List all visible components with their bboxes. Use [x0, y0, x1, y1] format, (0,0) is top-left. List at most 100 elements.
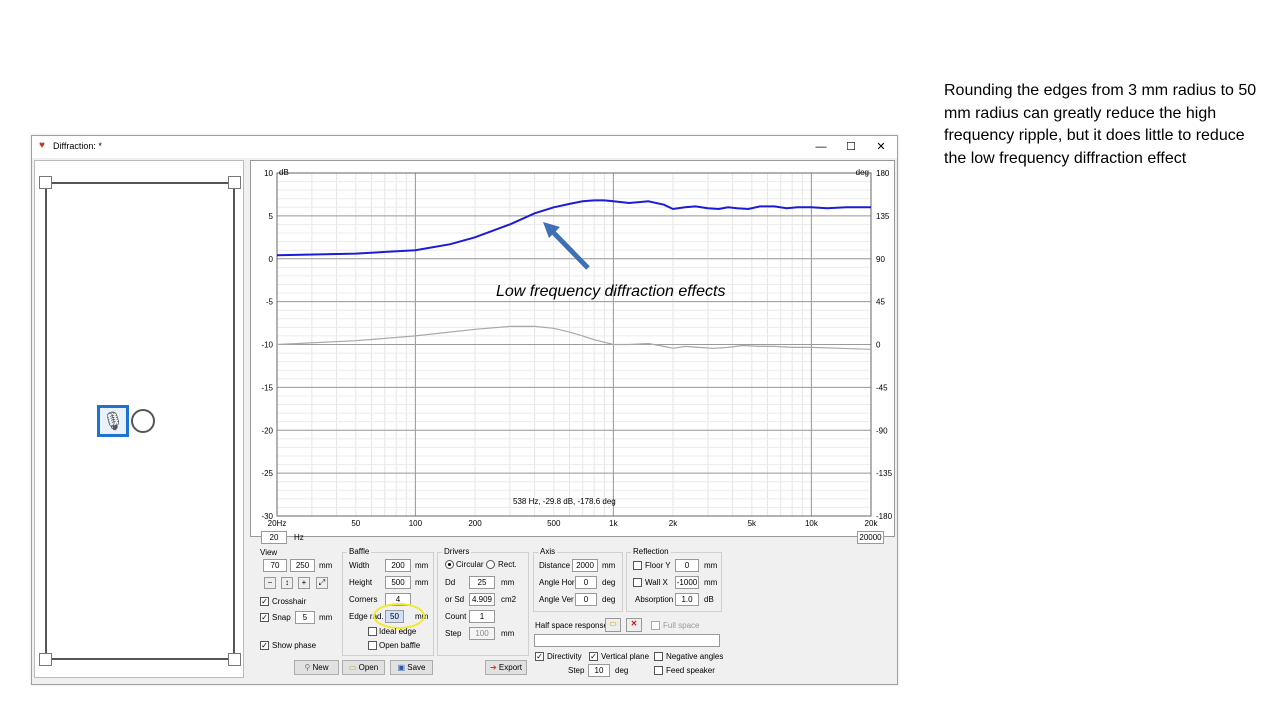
half-space-path-input[interactable] — [534, 634, 720, 647]
annotation-label: Low frequency diffraction effects — [496, 283, 725, 300]
export-button-label: Export — [498, 663, 523, 672]
floor-unit: mm — [704, 561, 718, 570]
sd-unit: cm2 — [501, 595, 517, 604]
width-label: Width — [349, 561, 370, 570]
angle-ver-label: Angle Ver — [539, 595, 574, 604]
directivity-step-input[interactable]: 10 — [588, 664, 610, 677]
x-tick-label: 5k — [748, 519, 757, 528]
dd-input[interactable]: 25 — [469, 576, 495, 589]
minimize-button[interactable]: — — [806, 136, 836, 158]
show-phase-checkbox[interactable]: ✓ — [260, 641, 269, 650]
y-right-tick-label: -180 — [876, 512, 893, 521]
wall-unit: mm — [704, 578, 718, 587]
height-input[interactable]: 500 — [385, 576, 411, 589]
directivity-step-unit: deg — [615, 666, 629, 675]
freq-min-input[interactable]: 20 — [261, 531, 287, 544]
baffle-preview[interactable]: 🎙 — [34, 160, 244, 678]
x-tick-label: 20k — [865, 519, 879, 528]
save-button-label: Save — [407, 663, 426, 672]
view-from-input[interactable]: 70 — [263, 559, 287, 572]
snap-label: Snap — [272, 613, 291, 622]
zoom-out-icon[interactable]: − — [264, 577, 276, 589]
y-left-tick-label: -10 — [261, 341, 273, 350]
x-tick-label: 100 — [409, 519, 423, 528]
view-to-input[interactable]: 250 — [290, 559, 315, 572]
corners-label: Corners — [349, 595, 378, 604]
maximize-button[interactable]: ☐ — [836, 136, 866, 158]
save-button[interactable]: ▣ Save — [390, 660, 433, 675]
open-button[interactable]: ▭ Open — [342, 660, 385, 675]
new-button-label: New — [312, 663, 329, 672]
y-right-tick-label: 135 — [876, 212, 890, 221]
ideal-edge-checkbox[interactable] — [368, 627, 377, 636]
distance-unit: mm — [602, 561, 616, 570]
delete-icon[interactable]: ✕ — [626, 618, 642, 632]
angle-hor-label: Angle Hor — [539, 578, 575, 587]
new-button[interactable]: ⚲ New — [294, 660, 339, 675]
corner-handle-bottom-left[interactable] — [39, 653, 52, 666]
highlight-ellipse — [373, 603, 425, 629]
response-plot[interactable]: 10 5 0 -5 -10 -15 -20 -25 -30 180 135 90 45 0 -45 -90 -1… — [250, 160, 895, 537]
export-button[interactable]: ➔ Export — [485, 660, 527, 675]
rect-radio[interactable] — [486, 560, 495, 569]
angle-hor-input[interactable]: 0 — [575, 576, 597, 589]
circular-radio[interactable] — [445, 560, 454, 569]
width-input[interactable]: 200 — [385, 559, 411, 572]
negative-angles-checkbox[interactable] — [654, 652, 663, 661]
absorption-label: Absorption — [635, 595, 674, 604]
absorption-unit: dB — [704, 595, 714, 604]
app-icon: ♥ — [39, 140, 45, 151]
dd-label: Dd — [445, 578, 456, 587]
phase-series-line — [276, 325, 872, 350]
driver-circle[interactable] — [131, 409, 155, 433]
corner-handle-bottom-right[interactable] — [228, 653, 241, 666]
y-right-tick-label: 180 — [876, 169, 890, 178]
sd-input[interactable]: 4.909 — [469, 593, 495, 606]
vertical-plane-checkbox[interactable]: ✓ — [589, 652, 598, 661]
slide-note: Rounding the edges from 3 mm radius to 5… — [944, 82, 1257, 167]
half-space-label: Half space response — [535, 621, 608, 630]
absorption-input[interactable]: 1.0 — [675, 593, 699, 606]
fullscreen-icon[interactable]: ⤢ — [316, 577, 328, 589]
distance-input[interactable]: 2000 — [572, 559, 598, 572]
step-input[interactable]: 100 — [469, 627, 495, 640]
directivity-label: Directivity — [547, 652, 582, 661]
wall-input[interactable]: -1000 — [675, 576, 699, 589]
crosshair-checkbox[interactable]: ✓ — [260, 597, 269, 606]
zoom-in-icon[interactable]: + — [298, 577, 310, 589]
export-icon: ➔ — [489, 663, 499, 672]
folder-icon[interactable]: ▭ — [605, 618, 621, 632]
full-space-checkbox[interactable] — [651, 621, 660, 630]
x-tick-label: 50 — [351, 519, 360, 528]
y-left-tick-label: 5 — [269, 212, 274, 221]
x-tick-label: 20Hz — [268, 519, 287, 528]
angle-ver-input[interactable]: 0 — [575, 593, 597, 606]
wall-checkbox[interactable] — [633, 578, 642, 587]
directivity-checkbox[interactable]: ✓ — [535, 652, 544, 661]
microphone-icon[interactable]: 🎙 — [97, 405, 129, 437]
corner-handle-top-right[interactable] — [228, 176, 241, 189]
angle-hor-unit: deg — [602, 578, 616, 587]
open-baffle-label: Open baffle — [379, 641, 421, 650]
freq-max-input[interactable]: 20000 — [857, 531, 884, 544]
floor-checkbox[interactable] — [633, 561, 642, 570]
height-unit: mm — [415, 578, 429, 587]
sd-label: or Sd — [445, 595, 465, 604]
baffle-title: Baffle — [347, 547, 372, 556]
zoom-fit-icon[interactable]: ↕ — [281, 577, 293, 589]
x-tick-label: 1k — [609, 519, 618, 528]
floor-input[interactable]: 0 — [675, 559, 699, 572]
snap-checkbox[interactable]: ✓ — [260, 613, 269, 622]
feed-speaker-label: Feed speaker — [666, 666, 715, 675]
count-input[interactable]: 1 — [469, 610, 495, 623]
feed-speaker-checkbox[interactable] — [654, 666, 663, 675]
corner-handle-top-left[interactable] — [39, 176, 52, 189]
close-button[interactable]: ✕ — [866, 136, 896, 158]
y-left-tick-label: -20 — [261, 426, 273, 435]
circular-label: Circular — [456, 560, 484, 569]
crosshair-label: Crosshair — [272, 597, 307, 606]
drivers-title: Drivers — [442, 547, 472, 556]
x-tick-label: 200 — [468, 519, 482, 528]
snap-input[interactable]: 5 — [295, 611, 315, 624]
open-baffle-checkbox[interactable] — [368, 641, 377, 650]
